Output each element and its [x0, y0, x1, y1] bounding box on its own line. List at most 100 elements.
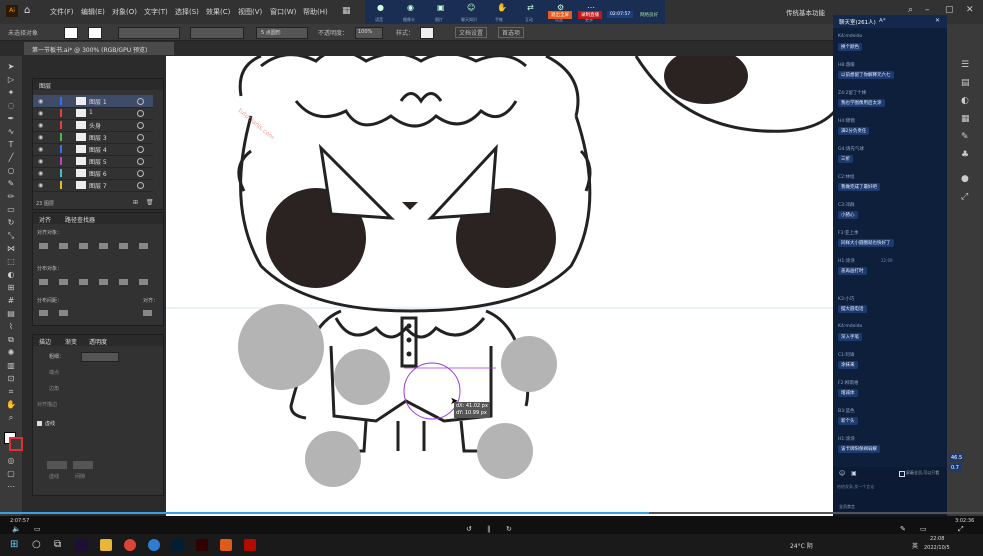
interact-icon[interactable]: ⇄: [527, 3, 534, 12]
eye-icon[interactable]: ◉: [38, 98, 43, 105]
gray-circle[interactable]: [305, 431, 361, 487]
tab-align[interactable]: 对齐: [39, 215, 51, 224]
acrobat-app-icon[interactable]: [244, 539, 256, 551]
gray-circle[interactable]: [238, 304, 324, 390]
distribute-right-icon[interactable]: [139, 279, 148, 285]
align-vcenter-icon[interactable]: [119, 243, 128, 249]
variable-width-select[interactable]: [190, 27, 244, 39]
menu-window[interactable]: 窗口(W): [270, 7, 296, 17]
arrange-docs-icon[interactable]: ▦: [342, 6, 351, 16]
distribute-vcenter-icon[interactable]: [59, 279, 68, 285]
opacity-input[interactable]: 100%: [355, 27, 383, 39]
person-icon[interactable]: ☺: [467, 3, 475, 12]
dash-input[interactable]: [47, 461, 67, 469]
gap-input[interactable]: [73, 461, 93, 469]
eye-icon[interactable]: ◉: [38, 170, 43, 177]
align-hcenter-icon[interactable]: [59, 243, 68, 249]
artboard-canvas[interactable]: tutor.lanjs.com ➤ dX: 41.02 px dY: 10.99…: [166, 56, 946, 516]
subtitle-icon[interactable]: ▭: [34, 525, 41, 533]
pen-icon[interactable]: ✎: [900, 525, 906, 533]
symbol-sprayer-icon[interactable]: ✺: [5, 348, 17, 358]
chat-message-list[interactable]: K4:mdeido 换个颜色 H8:落暖 以前想留了你解释元六七 Z4:2留了个棒 我也学…: [833, 28, 947, 483]
properties-icon[interactable]: ☰: [961, 60, 969, 70]
more-tools-icon[interactable]: ⋯: [5, 482, 17, 492]
teacher-only-checkbox[interactable]: [899, 471, 905, 477]
artboard-icon[interactable]: ⊡: [5, 374, 17, 384]
premiere-app-icon[interactable]: [76, 539, 88, 551]
fill-swatch[interactable]: [64, 27, 78, 39]
weight-input[interactable]: [81, 352, 119, 362]
menu-file[interactable]: 文件(F): [50, 7, 74, 17]
perspective-icon[interactable]: ⊞: [5, 283, 17, 293]
line-tool-icon[interactable]: ╱: [5, 153, 17, 163]
gray-circle[interactable]: [501, 336, 557, 392]
gradient-icon[interactable]: ▤: [5, 309, 17, 319]
eye-icon[interactable]: ◉: [38, 158, 43, 165]
fullscreen-icon[interactable]: ⤢: [958, 525, 964, 534]
eye-icon[interactable]: ◉: [38, 146, 43, 153]
delete-layer-icon[interactable]: 🗑: [146, 199, 154, 206]
libraries-icon[interactable]: ▤: [961, 78, 970, 88]
hand-icon[interactable]: ✋: [497, 3, 507, 12]
magic-wand-icon[interactable]: ✦: [5, 88, 17, 98]
image-icon[interactable]: ▣: [437, 3, 445, 12]
menu-text[interactable]: 文字(T): [144, 7, 168, 17]
close-icon[interactable]: ✕: [966, 5, 974, 15]
appearance-icon[interactable]: ●: [961, 174, 969, 184]
eye-icon[interactable]: ◉: [38, 182, 43, 189]
width-tool-icon[interactable]: ⋈: [5, 244, 17, 254]
slice-icon[interactable]: ⌗: [5, 387, 17, 397]
clock-date[interactable]: 2022/10/5: [924, 545, 950, 551]
align-right-icon[interactable]: [79, 243, 88, 249]
illustrator-app-icon[interactable]: [196, 539, 208, 551]
chrome-app-icon[interactable]: [124, 539, 136, 551]
workspace-select[interactable]: 传统基本功能: [786, 7, 825, 17]
clock-time[interactable]: 22:08: [930, 536, 944, 542]
tab-stroke[interactable]: 描边: [39, 337, 51, 346]
curvature-icon[interactable]: ∿: [5, 127, 17, 137]
zoom-tool-icon[interactable]: ⌕: [5, 413, 17, 423]
color-icon[interactable]: ◐: [961, 96, 969, 106]
document-tab[interactable]: 第一节板书.ai* @ 300% (RGB/GPU 预览): [24, 42, 174, 55]
paintbrush-icon[interactable]: ✎: [5, 179, 17, 189]
gray-circle[interactable]: [334, 349, 390, 405]
maximize-icon[interactable]: ▢: [945, 5, 954, 15]
align-to-select[interactable]: [143, 310, 152, 316]
eye-icon[interactable]: ◉: [38, 122, 43, 129]
search-icon[interactable]: ⌕: [908, 5, 913, 15]
edge-app-icon[interactable]: [148, 539, 160, 551]
align-left-icon[interactable]: [39, 243, 48, 249]
camera-icon[interactable]: ◉: [407, 3, 414, 12]
type-tool-icon[interactable]: T: [5, 140, 17, 150]
eyedropper-icon[interactable]: ⌇: [5, 322, 17, 332]
distribute-top-icon[interactable]: [39, 279, 48, 285]
new-layer-icon[interactable]: ⊞: [133, 199, 138, 206]
windows-start-icon[interactable]: ⊞: [10, 539, 18, 550]
chat-close-icon[interactable]: ✕: [935, 17, 940, 24]
brushes-icon[interactable]: ✎: [961, 132, 969, 142]
shape-builder-icon[interactable]: ◐: [5, 270, 17, 280]
menu-edit[interactable]: 编辑(E): [81, 7, 105, 17]
eye-icon[interactable]: ◉: [38, 110, 43, 117]
distribute-left-icon[interactable]: [99, 279, 108, 285]
selection-tool-icon[interactable]: ➤: [5, 62, 17, 72]
chat-image-icon[interactable]: ▣: [851, 470, 857, 477]
ai-logo-icon[interactable]: Ai: [6, 5, 18, 17]
pen-tool-icon[interactable]: ✒: [5, 114, 17, 124]
menu-help[interactable]: 帮助(H): [303, 7, 328, 17]
free-transform-icon[interactable]: ⬚: [5, 257, 17, 267]
menu-effect[interactable]: 效果(C): [206, 7, 230, 17]
minimize-icon[interactable]: –: [925, 5, 930, 15]
screen-icon[interactable]: ▭: [920, 525, 927, 533]
ban-all-toggle[interactable]: 全员禁言: [839, 504, 855, 510]
chat-input[interactable]: 给他发条,发一个言论: [837, 484, 874, 490]
align-top-icon[interactable]: [99, 243, 108, 249]
stroke-swatch[interactable]: [88, 27, 102, 39]
pencil-icon[interactable]: ✏: [5, 192, 17, 202]
preferences-button[interactable]: 首选项: [498, 27, 525, 38]
swatches-icon[interactable]: ▦: [961, 114, 970, 124]
emoji-icon[interactable]: ☺: [839, 470, 845, 477]
search-taskbar-icon[interactable]: ○: [32, 539, 41, 550]
photoshop-app-icon[interactable]: [172, 539, 184, 551]
rotate-icon[interactable]: ↻: [5, 218, 17, 228]
